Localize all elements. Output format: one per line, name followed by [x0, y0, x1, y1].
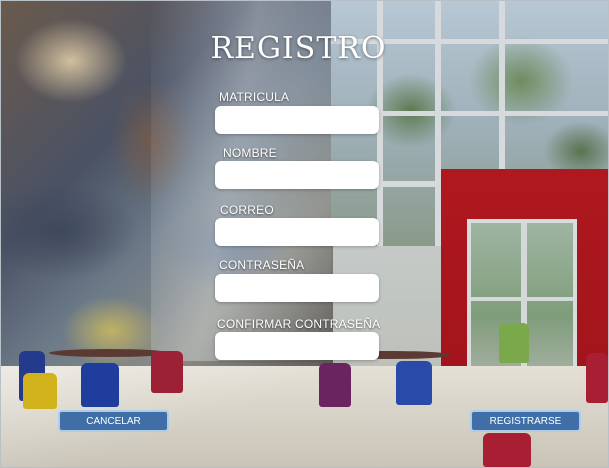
- correo-label: CORREO: [220, 203, 274, 217]
- matricula-input[interactable]: [215, 106, 379, 134]
- correo-input[interactable]: [215, 218, 379, 246]
- confirmar-contrasena-label: CONFIRMAR CONTRASEÑA: [217, 317, 381, 331]
- matricula-label: MATRICULA: [219, 90, 290, 104]
- background-chair: [23, 373, 57, 409]
- background-chair: [151, 351, 183, 393]
- nombre-input[interactable]: [215, 161, 379, 189]
- confirmar-contrasena-input[interactable]: [215, 332, 379, 360]
- nombre-label: NOMBRE: [223, 146, 277, 160]
- registration-screen: REGISTRO MATRICULA NOMBRE CORREO CONTRAS…: [0, 0, 609, 468]
- page-title: REGISTRO: [210, 31, 387, 66]
- register-button[interactable]: REGISTRARSE: [470, 410, 581, 432]
- contrasena-input[interactable]: [215, 274, 379, 302]
- background-chair: [499, 323, 529, 363]
- background-chair: [319, 363, 351, 407]
- background-chair: [483, 433, 531, 467]
- background-chair: [396, 361, 432, 405]
- contrasena-label: CONTRASEÑA: [219, 258, 305, 272]
- cancel-button[interactable]: CANCELAR: [58, 410, 169, 432]
- background-chair: [81, 363, 119, 407]
- background-chair: [586, 353, 608, 403]
